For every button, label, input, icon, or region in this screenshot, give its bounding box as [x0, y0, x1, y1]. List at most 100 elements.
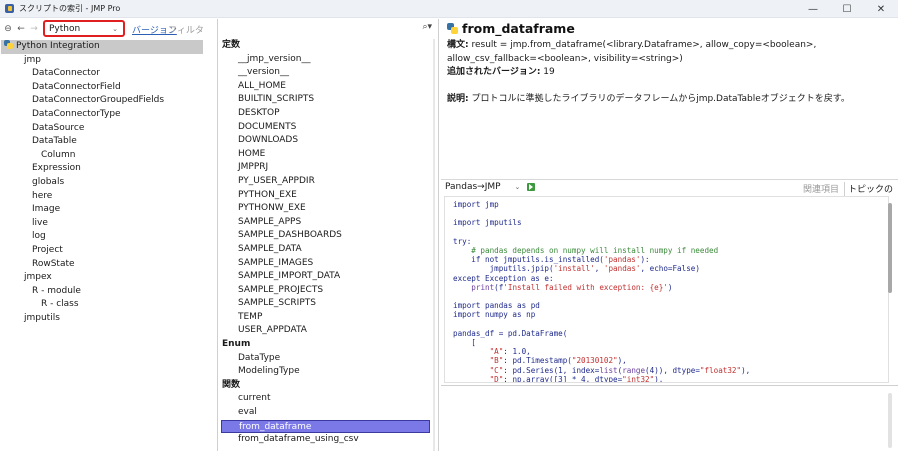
tree-item[interactable]: Image: [0, 203, 217, 217]
function-description: 構文: result = jmp.from_dataframe(<library…: [447, 39, 887, 106]
tree-item-label: live: [32, 217, 48, 228]
tree-item-label: R - class: [41, 299, 79, 310]
syntax-line-2: allow_csv_fallback=<boolean>, visibility…: [447, 53, 683, 64]
version-line: 追加されたバージョン: 19: [447, 66, 887, 80]
syntax-label: 構文:: [447, 40, 469, 50]
tree-item[interactable]: Project: [0, 244, 217, 258]
python-icon: [447, 23, 458, 34]
close-button[interactable]: ✕: [864, 0, 898, 18]
output-area[interactable]: [441, 385, 898, 451]
list-item[interactable]: from_dataframe_using_csv: [221, 433, 431, 447]
window-title: スクリプトの索引 - JMP Pro: [19, 4, 121, 13]
tree-item[interactable]: DataSource: [0, 122, 217, 136]
forward-arrow-icon[interactable]: →: [28, 22, 40, 36]
list-item[interactable]: SAMPLE_DATA: [221, 243, 431, 257]
list-item[interactable]: SAMPLE_PROJECTS: [221, 284, 431, 298]
tree-item-label: jmp: [24, 54, 41, 65]
list-item[interactable]: PY_USER_APPDIR: [221, 175, 431, 189]
filter-input[interactable]: フィルタ: [168, 23, 204, 36]
tree-item[interactable]: DataConnector: [0, 67, 217, 81]
list-item[interactable]: SAMPLE_IMPORT_DATA: [221, 270, 431, 284]
example-select-value: Pandas→JMP: [445, 182, 501, 192]
tree-item-label: Python Integration: [16, 41, 100, 51]
back-arrow-icon[interactable]: ←: [15, 22, 27, 36]
minimize-button[interactable]: —: [796, 0, 830, 18]
tree-item[interactable]: DataConnectorField: [0, 81, 217, 95]
code-editor[interactable]: import jmp import jmputils try: # pandas…: [444, 196, 889, 383]
search-icon[interactable]: ⌕▾: [422, 22, 432, 32]
language-combo[interactable]: Python ⌄: [43, 20, 125, 37]
tree-item[interactable]: DataConnectorGroupedFields: [0, 94, 217, 108]
tree-item[interactable]: live: [0, 217, 217, 231]
list-item[interactable]: DOWNLOADS: [221, 134, 431, 148]
list-item[interactable]: SAMPLE_APPS: [221, 216, 431, 230]
description-label: 説明:: [447, 93, 469, 104]
tree-item[interactable]: Column: [0, 149, 217, 163]
python-icon: [4, 40, 13, 49]
list-item[interactable]: SAMPLE_IMAGES: [221, 257, 431, 271]
description-text: プロトコルに準拠したライブラリのデータフレームからjmp.DataTableオブ…: [468, 93, 850, 104]
tree-item[interactable]: RowState: [0, 258, 217, 272]
code-text: import jmp import jmputils try: # pandas…: [453, 200, 751, 383]
maximize-button[interactable]: ☐: [830, 0, 864, 18]
title-bar: スクリプトの索引 - JMP Pro — ☐ ✕: [0, 0, 898, 18]
list-item[interactable]: HOME: [221, 148, 431, 162]
tree-item[interactable]: Python Integration: [1, 40, 203, 54]
tree-item-label: DataConnectorField: [32, 81, 121, 92]
tree-item-label: Expression: [32, 163, 81, 174]
description-line: 説明: プロトコルに準拠したライブラリのデータフレームからjmp.DataTab…: [447, 93, 887, 107]
list-item[interactable]: eval: [221, 406, 431, 420]
tree-item[interactable]: jmputils: [0, 312, 217, 326]
tree-item-label: globals: [32, 176, 65, 187]
tree-item-label: jmpex: [24, 272, 52, 283]
tree-item-label: Project: [32, 244, 63, 255]
list-item[interactable]: USER_APPDATA: [221, 324, 431, 338]
tree-item[interactable]: R - class: [0, 298, 217, 312]
index-tree-pane: ⊖ ← → Python ⌄ Python Integration jmp Data…: [0, 19, 218, 451]
related-items-button[interactable]: 関連項目: [803, 182, 839, 195]
function-title-text: from_dataframe: [462, 21, 575, 36]
tree-item[interactable]: here: [0, 190, 217, 204]
jmp-app-icon: [4, 3, 15, 14]
list-item[interactable]: DOCUMENTS: [221, 121, 431, 135]
output-scrollbar[interactable]: [888, 393, 892, 448]
code-scrollbar[interactable]: [888, 203, 892, 293]
list-item[interactable]: TEMP: [221, 311, 431, 325]
tree-item[interactable]: Expression: [0, 162, 217, 176]
tree-item-label: DataConnector: [32, 68, 100, 79]
tree-item[interactable]: DataConnectorType: [0, 108, 217, 122]
list-item[interactable]: DataType: [221, 352, 431, 366]
pane-splitter[interactable]: [433, 39, 435, 451]
version-label: 追加されたバージョン:: [447, 67, 541, 78]
tree-item[interactable]: log: [0, 230, 217, 244]
list-item[interactable]: current: [221, 392, 431, 406]
list-item[interactable]: from_dataframe: [221, 419, 430, 434]
detail-pane: from_dataframe 構文: result = jmp.from_dat…: [441, 19, 898, 451]
list-item[interactable]: PYTHONW_EXE: [221, 202, 431, 216]
tree-item-label: DataTable: [32, 136, 77, 147]
topic-tree: Python Integration jmp DataConnector DataCo…: [0, 40, 217, 325]
list-item[interactable]: SAMPLE_SCRIPTS: [221, 297, 431, 311]
tree-item[interactable]: globals: [0, 176, 217, 190]
version-value: 19: [540, 67, 555, 78]
chevron-down-icon: ⌄: [112, 25, 118, 33]
tree-item[interactable]: R - module: [0, 285, 217, 299]
list-item[interactable]: ModelingType: [221, 365, 431, 379]
example-select[interactable]: Pandas→JMP ⌄: [445, 182, 520, 192]
tree-item[interactable]: jmp: [0, 54, 217, 68]
function-title: from_dataframe: [447, 21, 575, 36]
run-script-icon[interactable]: [527, 183, 535, 191]
list-item[interactable]: BUILTIN_SCRIPTS: [221, 93, 431, 107]
window-controls: — ☐ ✕: [796, 0, 898, 18]
collapse-icon[interactable]: ⊖: [2, 22, 14, 36]
tree-item[interactable]: jmpex: [0, 271, 217, 285]
tree-item-label: here: [32, 190, 53, 201]
list-item[interactable]: JMPPRJ: [221, 161, 431, 175]
tree-item[interactable]: DataTable: [0, 135, 217, 149]
list-item[interactable]: ALL_HOME: [221, 80, 431, 94]
list-item[interactable]: __version__: [221, 66, 431, 80]
list-item[interactable]: __jmp_version__: [221, 53, 431, 67]
list-item[interactable]: DESKTOP: [221, 107, 431, 121]
list-item[interactable]: SAMPLE_DASHBOARDS: [221, 229, 431, 243]
list-item[interactable]: PYTHON_EXE: [221, 189, 431, 203]
